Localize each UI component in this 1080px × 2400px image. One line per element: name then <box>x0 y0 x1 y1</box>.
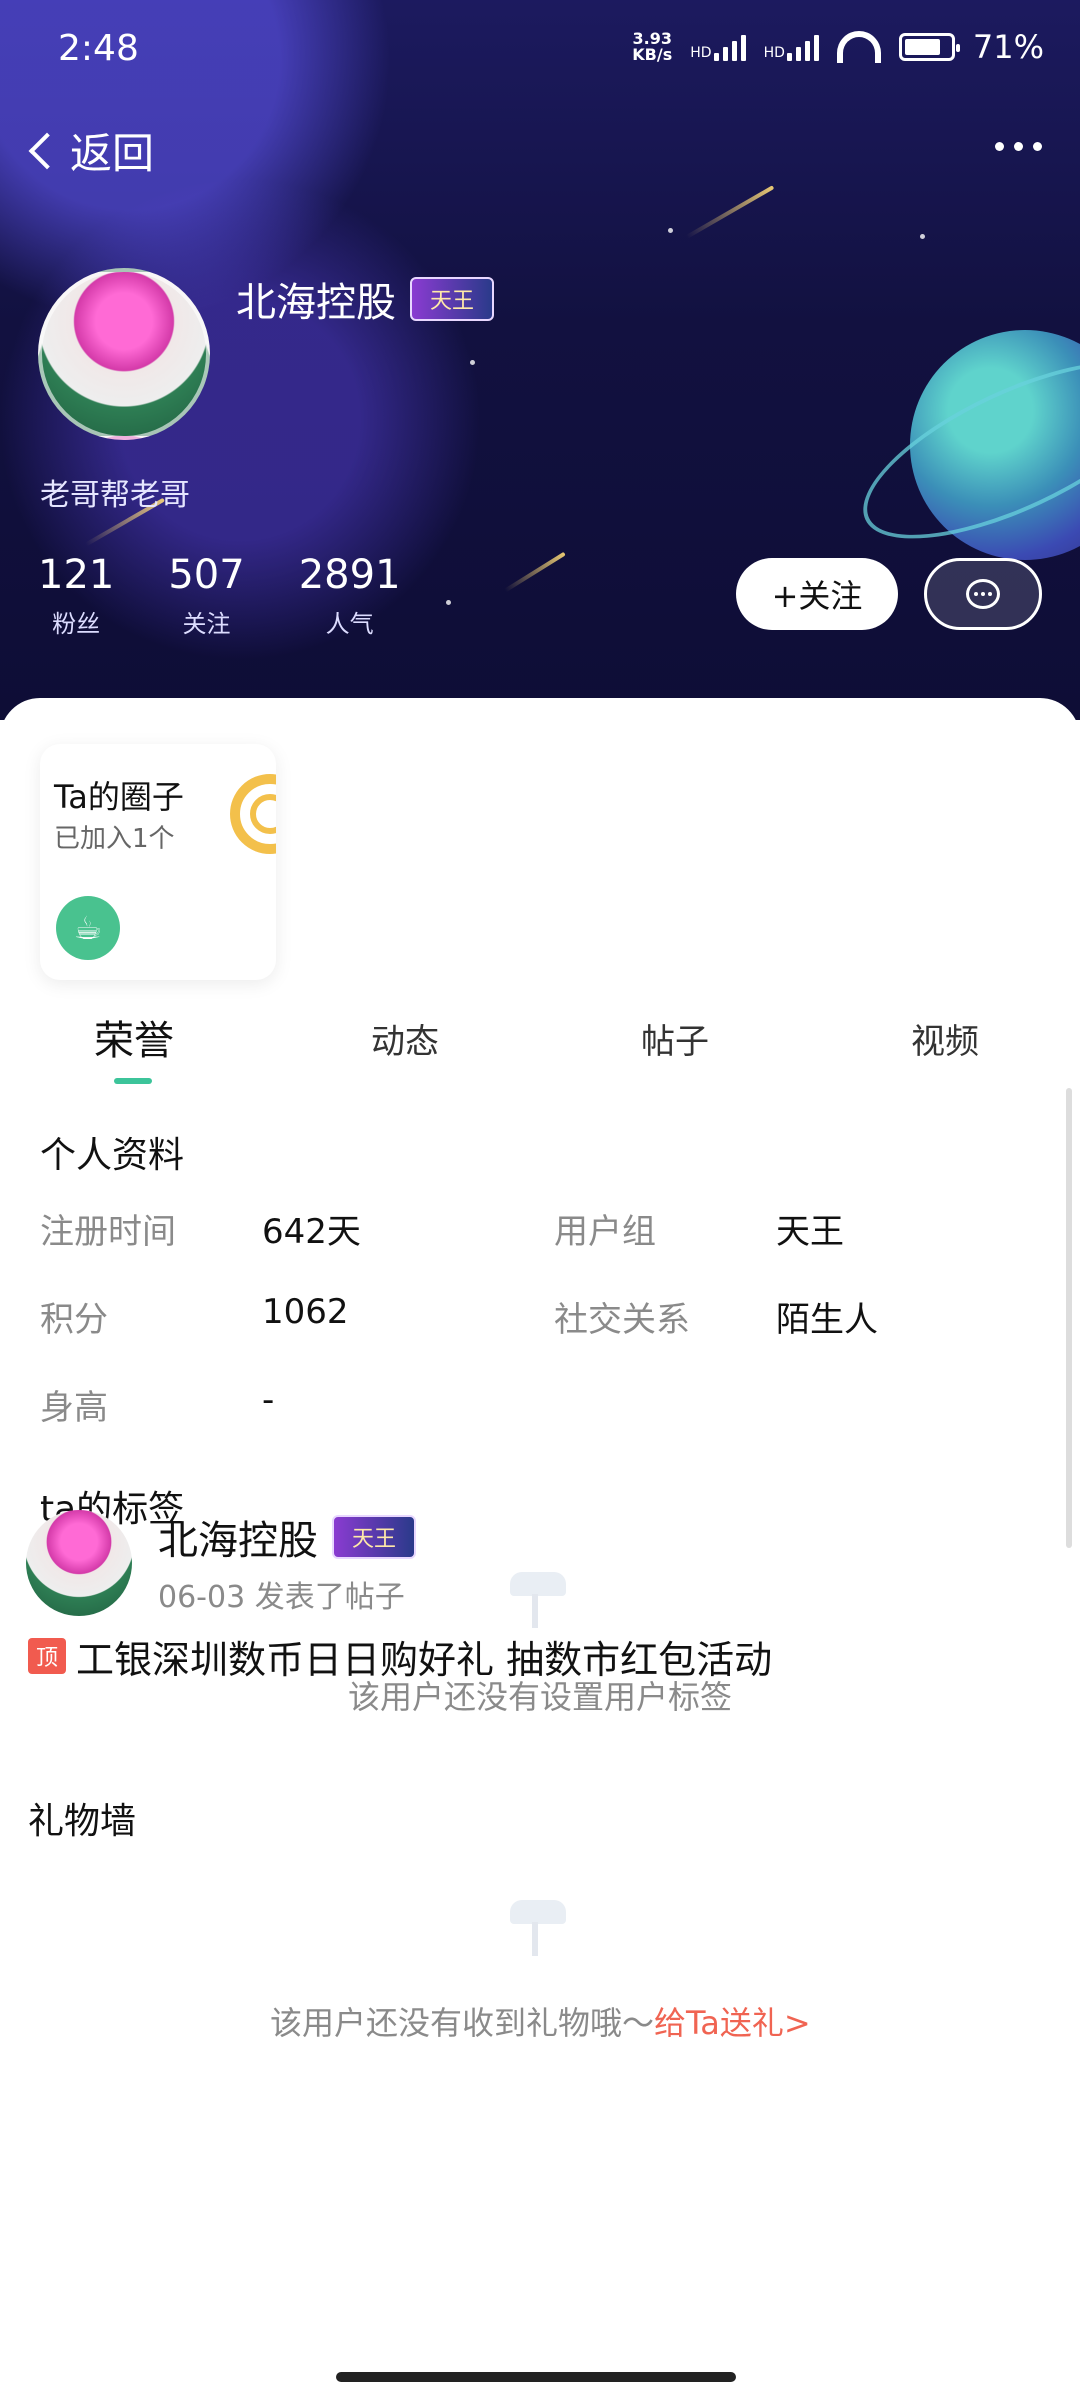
gifts-empty-row: 该用户还没有收到礼物哦～给Ta送礼> <box>270 1998 811 2044</box>
post-author-row: 北海控股 天王 <box>158 1508 417 1566</box>
follow-button[interactable]: +关注 <box>736 558 898 630</box>
home-indicator[interactable] <box>336 2372 736 2382</box>
stat-value: 507 <box>168 552 245 598</box>
stat-popularity: 2891 人气 <box>299 552 401 639</box>
tags-empty-text: 该用户还没有设置用户标签 <box>348 1678 733 1716</box>
signal-2: HD <box>764 33 819 61</box>
info-label-group: 用户组 <box>554 1212 656 1252</box>
username: 北海控股 <box>236 280 396 326</box>
level-badge: 天王 <box>410 277 495 321</box>
mailbox-empty-icon <box>500 1564 570 1634</box>
level-badge: 天王 <box>332 1515 417 1559</box>
info-value-relation: 陌生人 <box>776 1300 878 1340</box>
hd-label: HD <box>763 45 785 61</box>
hd-label: HD <box>690 45 712 61</box>
stat-label: 粉丝 <box>52 610 101 638</box>
tab-videos[interactable]: 视频 <box>911 1014 979 1063</box>
gifts-empty-text: 该用户还没有收到礼物哦～ <box>270 2004 655 2042</box>
tab-activity[interactable]: 动态 <box>371 1014 439 1063</box>
stat-fans[interactable]: 121 粉丝 <box>38 552 114 639</box>
info-label-points: 积分 <box>40 1300 108 1340</box>
info-value-points: 1062 <box>262 1292 349 1332</box>
message-button[interactable] <box>924 558 1042 630</box>
star-decoration <box>470 360 475 365</box>
stat-label: 人气 <box>325 610 374 638</box>
info-value-height: - <box>262 1380 275 1420</box>
username-row: 北海控股 天王 <box>236 270 495 328</box>
profile-content: Ta的圈子 已加入1个 ☕ 荣誉 动态 帖子 视频 个人资料 注册时间 642天… <box>0 698 1080 2400</box>
star-decoration <box>446 600 451 605</box>
circle-card-subtitle: 已加入1个 <box>54 824 175 854</box>
signal-icon <box>786 33 819 61</box>
post-title: 工银深圳数币日日购好礼 抽数市红包活动 <box>76 1637 773 1679</box>
back-button[interactable]: 返回 <box>24 120 154 181</box>
chat-bubble-icon <box>966 579 1000 609</box>
back-label: 返回 <box>70 129 155 178</box>
post-title-row[interactable]: 顶 工银深圳数币日日购好礼 抽数市红包活动 <box>28 1634 772 1678</box>
battery-percent: 71% <box>972 28 1044 66</box>
user-bio: 老哥帮老哥 <box>40 478 190 513</box>
status-bar: 2:48 3.93 KB/s HD HD 71% <box>0 0 1080 100</box>
info-label-relation: 社交关系 <box>554 1300 690 1340</box>
chevron-left-icon <box>28 132 66 169</box>
tab-active-indicator <box>114 1078 152 1084</box>
send-gift-link[interactable]: 给Ta送礼> <box>654 2004 811 2042</box>
network-speed: 3.93 KB/s <box>632 31 672 63</box>
post-meta: 06-03 发表了帖子 <box>158 1580 405 1615</box>
post-author-name[interactable]: 北海控股 <box>158 1508 318 1566</box>
tab-bar: 荣誉 动态 帖子 视频 <box>0 998 1080 1088</box>
star-decoration <box>920 234 925 239</box>
stat-value: 2891 <box>298 552 401 598</box>
user-stats: 121 粉丝 507 关注 2891 人气 <box>38 552 401 639</box>
avatar[interactable] <box>38 268 210 440</box>
circle-card[interactable]: Ta的圈子 已加入1个 ☕ <box>40 744 276 980</box>
profile-section-title: 个人资料 <box>40 1135 185 1176</box>
post-author-avatar[interactable] <box>26 1510 132 1616</box>
gifts-section-title: 礼物墙 <box>28 1801 137 1842</box>
mailbox-empty-icon <box>500 1892 570 1962</box>
wifi-icon <box>836 31 881 63</box>
net-speed-unit: KB/s <box>632 45 673 64</box>
status-time: 2:48 <box>58 28 139 69</box>
stat-label: 关注 <box>182 610 231 638</box>
pinned-badge: 顶 <box>28 1638 67 1674</box>
stat-value: 121 <box>38 552 115 598</box>
streak-decoration <box>685 185 775 239</box>
profile-header: 2:48 3.93 KB/s HD HD 71% 返回 北海控股 天王 老哥帮老… <box>0 0 1080 720</box>
info-label-register: 注册时间 <box>40 1212 176 1252</box>
more-options-icon[interactable] <box>995 142 1042 151</box>
cup-icon: ☕ <box>56 896 120 960</box>
info-value-register: 642天 <box>262 1212 361 1252</box>
tab-posts[interactable]: 帖子 <box>641 1014 709 1063</box>
tab-honor[interactable]: 荣誉 <box>94 1008 174 1066</box>
signal-1: HD <box>690 33 746 61</box>
scrollbar[interactable] <box>1066 1088 1072 1548</box>
status-icons: 3.93 KB/s HD HD 71% <box>632 28 1044 66</box>
signal-icon <box>713 33 746 61</box>
streak-decoration <box>504 551 566 593</box>
info-label-height: 身高 <box>40 1388 108 1428</box>
star-decoration <box>668 228 673 233</box>
battery-icon <box>898 33 960 61</box>
circle-card-title: Ta的圈子 <box>54 778 184 816</box>
info-value-group: 天王 <box>776 1212 844 1252</box>
stat-following[interactable]: 507 关注 <box>168 552 244 639</box>
